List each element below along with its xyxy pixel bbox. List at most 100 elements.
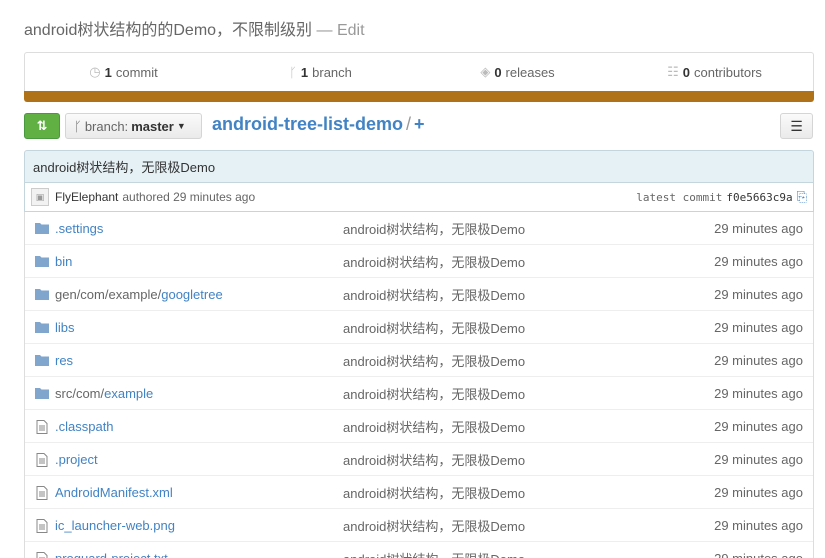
folder-icon — [35, 354, 49, 366]
branch-icon: ᚴ — [289, 64, 297, 80]
file-commit-message[interactable]: android树状结构，无限极Demo — [343, 384, 525, 403]
file-age: 29 minutes ago — [714, 484, 803, 500]
commit-message-bar: android树状结构，无限极Demo — [24, 150, 814, 183]
file-row[interactable]: .project android树状结构，无限极Demo 29 minutes ag… — [25, 443, 813, 476]
description-text: android树状结构的的Demo，不限制级别 — [24, 22, 313, 39]
language-bar[interactable] — [24, 91, 814, 102]
file-name-link[interactable]: ic_launcher-web.png — [55, 518, 175, 533]
releases-count: 0 — [494, 64, 502, 80]
file-name: AndroidManifest.xml — [55, 484, 173, 500]
branch-prefix: branch: — [84, 118, 129, 134]
tag-icon: ◈ — [480, 64, 491, 79]
caret-down-icon: ▼ — [176, 121, 186, 131]
file-name-link[interactable]: res — [55, 353, 73, 368]
contributors-label: contributors — [693, 64, 762, 80]
file-list: .settings android树状结构，无限极Demo 29 minutes a… — [24, 212, 814, 558]
file-commit-message[interactable]: android树状结构，无限极Demo — [343, 450, 525, 469]
file-row[interactable]: res android树状结构，无限极Demo 29 minutes ago — [25, 344, 813, 377]
file-name: example — [104, 385, 154, 401]
file-icon — [35, 420, 49, 434]
file-age: 29 minutes ago — [714, 253, 803, 269]
file-row[interactable]: proguard-project.txt android树状结构，无限极Demo 2… — [25, 542, 813, 558]
commit-author[interactable]: FlyElephant — [55, 190, 118, 204]
file-row[interactable]: .classpath android树状结构，无限极Demo 29 minutes … — [25, 410, 813, 443]
path-separator: / — [406, 114, 412, 134]
branch-name: master — [131, 118, 174, 134]
repo-name-link[interactable]: android-tree-list-demo — [212, 114, 403, 134]
commit-sha[interactable]: f0e5663c9a — [726, 191, 792, 204]
file-name: .classpath — [55, 418, 114, 434]
file-icon — [35, 552, 49, 558]
commits-count: 1 — [104, 64, 112, 80]
breadcrumb: android-tree-list-demo / + — [212, 114, 425, 135]
file-age: 29 minutes ago — [714, 319, 803, 335]
file-name-link[interactable]: libs — [55, 320, 75, 335]
file-commit-message[interactable]: android树状结构，无限极Demo — [343, 318, 525, 337]
numbers-summary: ◷ 1 commit ᚴ 1 branch ◈ 0 releases ☷ 0 c… — [24, 52, 814, 91]
new-file-link[interactable]: + — [414, 114, 425, 134]
compare-button[interactable]: ⇅ — [24, 113, 60, 139]
contributors-count: 0 — [682, 64, 690, 80]
file-commit-message[interactable]: android树状结构，无限极Demo — [343, 252, 525, 271]
avatar[interactable]: ▣ — [31, 188, 49, 206]
list-view-button[interactable]: ☰ — [780, 113, 813, 139]
file-name-link[interactable]: proguard-project.txt — [55, 551, 168, 558]
file-age: 29 minutes ago — [714, 550, 803, 558]
file-icon — [35, 486, 49, 500]
file-name: res — [55, 352, 74, 368]
folder-icon — [35, 387, 49, 399]
file-commit-message[interactable]: android树状结构，无限极Demo — [343, 417, 525, 436]
commit-authored-time: authored 29 minutes ago — [122, 190, 256, 204]
branch-icon: ᚴ — [74, 118, 82, 134]
file-age: 29 minutes ago — [714, 220, 803, 236]
file-commit-message[interactable]: android树状结构，无限极Demo — [343, 516, 525, 535]
file-name-link[interactable]: AndroidManifest.xml — [55, 485, 173, 500]
branches-label: branch — [312, 64, 352, 80]
organization-icon: ☷ — [667, 64, 679, 79]
file-row[interactable]: gen/com/example/googletree android树状结构，无限… — [25, 278, 813, 311]
commits-label: commit — [115, 64, 158, 80]
file-name-link[interactable]: bin — [55, 254, 72, 269]
file-commit-message[interactable]: android树状结构，无限极Demo — [343, 351, 525, 370]
file-icon — [35, 453, 49, 467]
file-path-prefix: src/com/ — [55, 385, 105, 401]
file-age: 29 minutes ago — [714, 286, 803, 302]
releases-link[interactable]: ◈ 0 releases — [419, 53, 616, 91]
file-commit-message[interactable]: android树状结构，无限极Demo — [343, 549, 525, 558]
file-row[interactable]: AndroidManifest.xml android树状结构，无限极Demo 29… — [25, 476, 813, 509]
file-icon — [35, 519, 49, 533]
commit-message[interactable]: android树状结构，无限极Demo — [33, 157, 215, 176]
folder-icon — [35, 288, 49, 300]
branches-link[interactable]: ᚴ 1 branch — [222, 53, 419, 91]
file-path-prefix: gen/com/example/ — [55, 286, 162, 302]
file-row[interactable]: libs android树状结构，无限极Demo 29 minutes ago — [25, 311, 813, 344]
file-row[interactable]: .settings android树状结构，无限极Demo 29 minutes a… — [25, 212, 813, 245]
file-age: 29 minutes ago — [714, 451, 803, 467]
clipboard-icon[interactable]: ⎘ — [797, 190, 807, 205]
contributors-link[interactable]: ☷ 0 contributors — [616, 53, 813, 91]
file-name-link[interactable]: gen/com/example/googletree — [55, 287, 223, 302]
latest-commit: latest commit f0e5663c9a ⎘ — [636, 190, 807, 205]
file-name-link[interactable]: .classpath — [55, 419, 114, 434]
file-row[interactable]: ic_launcher-web.png android树状结构，无限极Demo 29… — [25, 509, 813, 542]
file-row[interactable]: bin android树状结构，无限极Demo 29 minutes ago — [25, 245, 813, 278]
file-age: 29 minutes ago — [714, 517, 803, 533]
file-name-link[interactable]: .project — [55, 452, 98, 467]
edit-link[interactable]: — Edit — [317, 22, 365, 39]
folder-icon — [35, 321, 49, 333]
file-commit-message[interactable]: android树状结构，无限极Demo — [343, 219, 525, 238]
branch-select-button[interactable]: ᚴ branch: master ▼ — [65, 113, 202, 139]
file-row[interactable]: src/com/example android树状结构，无限极Demo 29 min… — [25, 377, 813, 410]
file-commit-message[interactable]: android树状结构，无限极Demo — [343, 285, 525, 304]
file-name-link[interactable]: src/com/example — [55, 386, 153, 401]
commits-link[interactable]: ◷ 1 commit — [25, 53, 222, 91]
file-commit-message[interactable]: android树状结构，无限极Demo — [343, 483, 525, 502]
file-name: proguard-project.txt — [55, 550, 168, 558]
file-name: libs — [55, 319, 75, 335]
branches-count: 1 — [300, 64, 309, 80]
latest-commit-label: latest commit — [636, 190, 723, 204]
commit-meta: ▣ FlyElephant authored 29 minutes ago la… — [24, 183, 814, 212]
file-name-link[interactable]: .settings — [55, 221, 103, 236]
list-icon: ☰ — [790, 117, 803, 134]
file-age: 29 minutes ago — [714, 418, 803, 434]
